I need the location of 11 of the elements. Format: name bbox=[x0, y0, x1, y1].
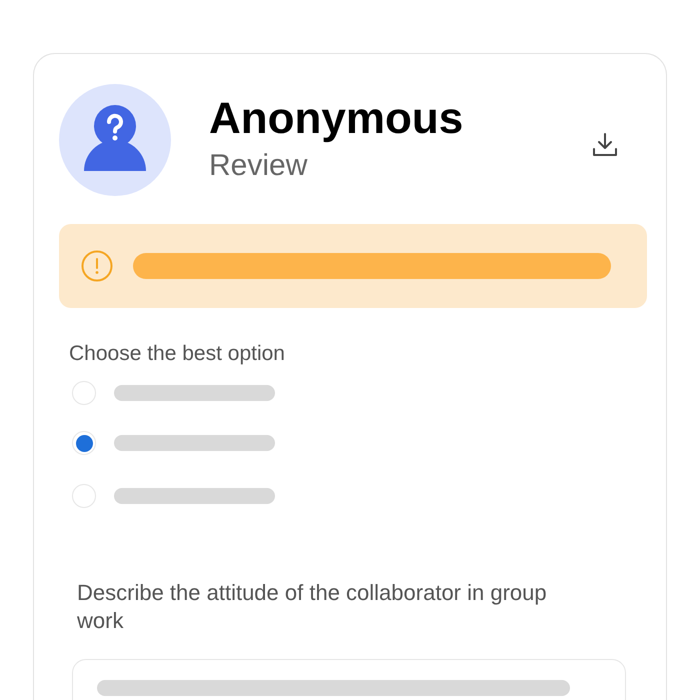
exclamation-icon bbox=[81, 250, 113, 282]
download-icon bbox=[591, 131, 619, 159]
download-button[interactable] bbox=[591, 131, 619, 159]
review-subtitle: Review bbox=[209, 148, 308, 184]
radio-button[interactable] bbox=[72, 431, 96, 455]
question-label: Describe the attitude of the collaborator in group work bbox=[77, 579, 548, 635]
reviewer-name: Anonymous bbox=[209, 95, 464, 143]
anonymous-avatar-icon bbox=[59, 84, 171, 196]
radio-button[interactable] bbox=[72, 484, 96, 508]
question-label: Choose the best option bbox=[69, 342, 286, 366]
radio-button[interactable] bbox=[72, 381, 96, 405]
